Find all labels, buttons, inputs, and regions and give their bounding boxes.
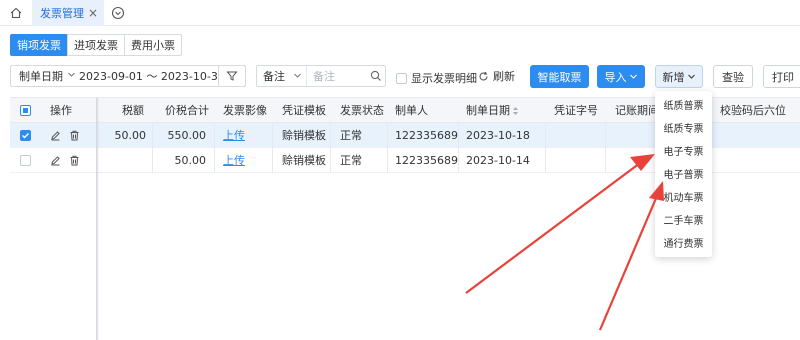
arrow-to-electronic-special <box>465 154 655 294</box>
annotation-arrows <box>465 154 664 331</box>
arrow-to-electronic-normal <box>598 181 664 331</box>
